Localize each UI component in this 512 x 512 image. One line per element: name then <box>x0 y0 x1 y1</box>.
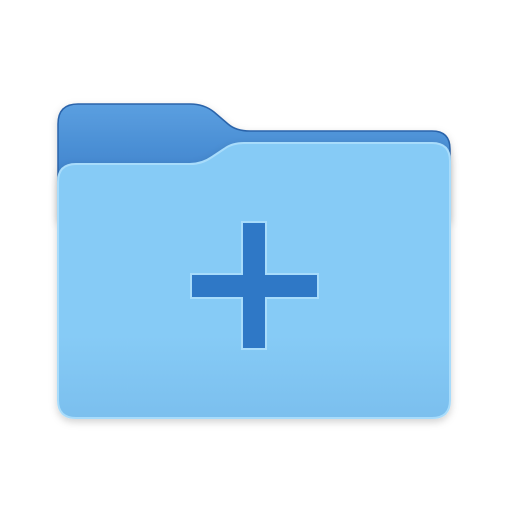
new-folder-icon[interactable] <box>0 0 512 512</box>
icon-canvas <box>0 0 512 512</box>
